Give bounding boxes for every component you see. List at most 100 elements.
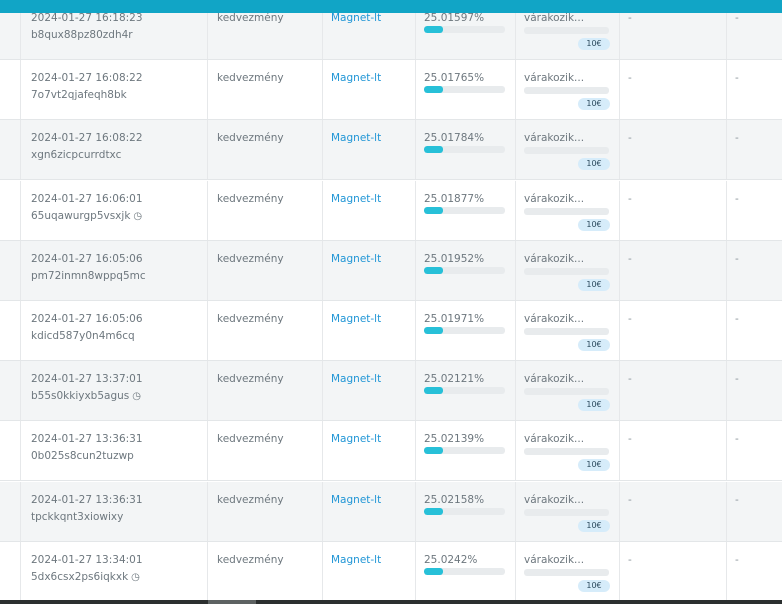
client-link[interactable]: Magnet-lt <box>331 253 381 265</box>
type-cell: kedvezmény <box>207 482 322 541</box>
progress-bar <box>424 568 505 575</box>
progress-fill <box>424 267 444 274</box>
client-cell: Magnet-lt <box>322 181 415 240</box>
progress-bar <box>424 387 505 394</box>
type-label: kedvezmény <box>217 253 284 265</box>
type-label: kedvezmény <box>217 373 284 385</box>
top-accent-bar <box>0 0 782 13</box>
client-link[interactable]: Magnet-lt <box>331 433 381 445</box>
timestamp: 2024-01-27 13:36:31 <box>31 494 143 506</box>
column-b-value: - <box>735 193 739 205</box>
column-a-cell: - <box>619 482 726 541</box>
column-b-value: - <box>735 433 739 445</box>
progress-percent: 25.01971% <box>424 313 485 325</box>
column-b-cell: - <box>726 542 782 601</box>
table-row[interactable]: 2024-01-27 16:08:22 xgn6zicpcurrdtxc ked… <box>0 120 782 180</box>
column-b-value: - <box>735 12 739 24</box>
fee-badge: 10€ <box>578 219 610 231</box>
id-cell: 2024-01-27 13:36:31 0b025s8cun2tuzwp <box>20 421 207 480</box>
table-row[interactable]: 2024-01-27 16:06:01 65uqawurgp5vsxjk ◷ ke… <box>0 181 782 241</box>
column-b-value: - <box>735 313 739 325</box>
timestamp: 2024-01-27 13:34:01 <box>31 554 143 566</box>
table-row[interactable]: 2024-01-27 13:34:01 5dx6csx2ps6iqkxk ◷ ke… <box>0 542 782 602</box>
type-label: kedvezmény <box>217 132 284 144</box>
id-cell: 2024-01-27 16:08:22 7o7vt2qjafeqh8bk <box>20 60 207 119</box>
column-b-cell: - <box>726 120 782 179</box>
progress-percent: 25.0242% <box>424 554 478 566</box>
timestamp: 2024-01-27 16:08:22 <box>31 72 143 84</box>
column-a-value: - <box>628 373 632 385</box>
column-b-value: - <box>735 72 739 84</box>
progress-bar <box>424 267 505 274</box>
type-label: kedvezmény <box>217 193 284 205</box>
clock-icon: ◷ <box>133 211 143 222</box>
progress-fill <box>424 146 444 153</box>
progress-cell: 25.01765% <box>415 60 515 119</box>
client-cell: Magnet-lt <box>322 421 415 480</box>
table-row[interactable]: 2024-01-27 16:05:06 kdicd587y0n4m6cq ked… <box>0 301 782 361</box>
table-row[interactable]: 2024-01-27 13:36:31 0b025s8cun2tuzwp ked… <box>0 421 782 481</box>
status-bar <box>524 268 609 275</box>
timestamp: 2024-01-27 13:37:01 <box>31 373 143 385</box>
status-text: várakozik... <box>524 132 585 144</box>
type-cell: kedvezmény <box>207 542 322 601</box>
progress-cell: 25.02158% <box>415 482 515 541</box>
client-link[interactable]: Magnet-lt <box>331 72 381 84</box>
type-cell: kedvezmény <box>207 60 322 119</box>
table-row[interactable]: 2024-01-27 13:37:01 b55s0kkiyxb5agus ◷ ke… <box>0 361 782 421</box>
column-b-value: - <box>735 373 739 385</box>
client-link[interactable]: Magnet-lt <box>331 373 381 385</box>
scrollbar-thumb[interactable] <box>208 600 256 604</box>
status-bar <box>524 87 609 94</box>
type-cell: kedvezmény <box>207 361 322 420</box>
client-link[interactable]: Magnet-lt <box>331 132 381 144</box>
progress-cell: 25.0242% <box>415 542 515 601</box>
hash-text: 0b025s8cun2tuzwp <box>31 450 134 462</box>
type-label: kedvezmény <box>217 494 284 506</box>
fee-badge: 10€ <box>578 98 610 110</box>
clock-icon: ◷ <box>132 391 141 402</box>
timestamp: 2024-01-27 16:05:06 <box>31 313 143 325</box>
client-link[interactable]: Magnet-lt <box>331 494 381 506</box>
column-b-cell: - <box>726 482 782 541</box>
column-b-value: - <box>735 253 739 265</box>
type-label: kedvezmény <box>217 554 284 566</box>
column-b-cell: - <box>726 361 782 420</box>
table-row[interactable]: 2024-01-27 16:08:22 7o7vt2qjafeqh8bk ked… <box>0 60 782 120</box>
status-cell: várakozik... 10€ <box>515 120 619 179</box>
progress-bar <box>424 86 505 93</box>
progress-fill <box>424 387 444 394</box>
transaction-hash: 0b025s8cun2tuzwp <box>31 450 134 462</box>
hash-text: tpckkqnt3xiowixy <box>31 511 124 523</box>
table-row[interactable]: 2024-01-27 13:36:31 tpckkqnt3xiowixy ked… <box>0 482 782 542</box>
client-link[interactable]: Magnet-lt <box>331 313 381 325</box>
progress-fill <box>424 568 444 575</box>
horizontal-scrollbar[interactable] <box>0 600 782 604</box>
table-row[interactable]: 2024-01-27 16:05:06 pm72inmn8wppq5mc ked… <box>0 241 782 301</box>
status-cell: várakozik... 10€ <box>515 60 619 119</box>
progress-bar <box>424 146 505 153</box>
id-cell: 2024-01-27 16:06:01 65uqawurgp5vsxjk ◷ <box>20 181 207 240</box>
status-bar <box>524 448 609 455</box>
progress-percent: 25.01877% <box>424 193 485 205</box>
progress-cell: 25.01784% <box>415 120 515 179</box>
column-b-value: - <box>735 554 739 566</box>
timestamp: 2024-01-27 13:36:31 <box>31 433 143 445</box>
hash-text: kdicd587y0n4m6cq <box>31 330 135 342</box>
fee-badge: 10€ <box>578 339 610 351</box>
hash-text: pm72inmn8wppq5mc <box>31 270 146 282</box>
progress-percent: 25.01597% <box>424 12 485 24</box>
client-link[interactable]: Magnet-lt <box>331 193 381 205</box>
column-a-value: - <box>628 193 632 205</box>
id-cell: 2024-01-27 16:05:06 kdicd587y0n4m6cq <box>20 301 207 360</box>
fee-badge: 10€ <box>578 459 610 471</box>
status-cell: várakozik... 10€ <box>515 241 619 300</box>
type-cell: kedvezmény <box>207 241 322 300</box>
progress-bar <box>424 26 505 33</box>
client-link[interactable]: Magnet-lt <box>331 12 381 24</box>
transaction-hash: 5dx6csx2ps6iqkxk ◷ <box>31 571 140 583</box>
column-b-cell: - <box>726 301 782 360</box>
client-link[interactable]: Magnet-lt <box>331 554 381 566</box>
column-a-value: - <box>628 253 632 265</box>
progress-bar <box>424 327 505 334</box>
